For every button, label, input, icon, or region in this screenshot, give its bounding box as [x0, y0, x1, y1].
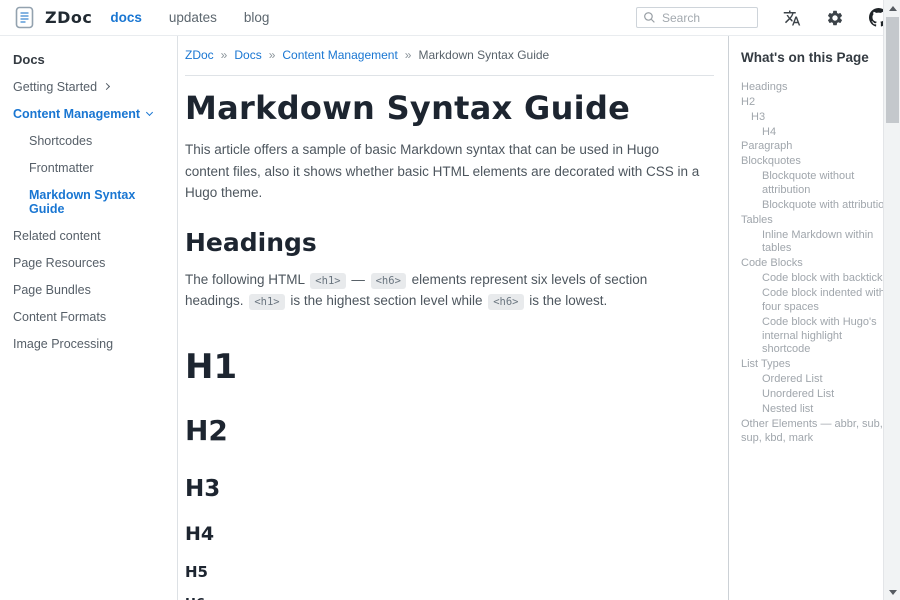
toc-item[interactable]: Headings [741, 81, 892, 95]
paragraph-text: is the lowest. [526, 293, 608, 308]
toc-item[interactable]: H4 [741, 126, 892, 140]
breadcrumb-divider [185, 75, 714, 76]
scroll-up-arrow[interactable] [884, 0, 900, 16]
toc-item[interactable]: Code block indented with four spaces [741, 287, 892, 315]
sidebar-subsection: Shortcodes Frontmatter Markdown Syntax G… [13, 127, 169, 222]
breadcrumb-separator: » [269, 48, 276, 62]
toc-item[interactable]: Unordered List [741, 388, 892, 402]
breadcrumb-current: Markdown Syntax Guide [418, 48, 549, 62]
sidebar-item-frontmatter[interactable]: Frontmatter [29, 154, 169, 181]
translate-icon[interactable] [783, 9, 801, 27]
sidebar-item-page-resources[interactable]: Page Resources [13, 249, 169, 276]
search-box[interactable] [636, 7, 758, 28]
inline-code: <h6> [371, 273, 406, 289]
breadcrumb: ZDoc » Docs » Content Management » Markd… [185, 48, 714, 62]
toc-item[interactable]: List Types [741, 358, 892, 372]
docs-sidebar: Docs Getting Started Content Management … [0, 36, 178, 600]
paragraph-text: The following HTML [185, 272, 308, 287]
paragraph-text: — [348, 272, 369, 287]
toc-item[interactable]: H3 [741, 111, 892, 125]
inline-code: <h6> [488, 294, 523, 310]
sample-heading-h3: H3 [185, 477, 714, 501]
navbar-right [636, 7, 888, 28]
toc-item[interactable]: Code Blocks [741, 257, 892, 271]
sample-heading-h1: H1 [185, 350, 714, 386]
headings-section-title: Headings [185, 228, 714, 257]
toc-item[interactable]: Ordered List [741, 373, 892, 387]
toc-sidebar: What's on this Page Headings H2 H3 H4 Pa… [728, 36, 900, 600]
document-icon [14, 6, 35, 29]
toc-item[interactable]: Code block with Hugo's internal highligh… [741, 316, 892, 358]
sidebar-item-shortcodes[interactable]: Shortcodes [29, 127, 169, 154]
toc-item[interactable]: H2 [741, 96, 892, 110]
inline-code: <h1> [249, 294, 284, 310]
sidebar-item-related-content[interactable]: Related content [13, 222, 169, 249]
main-row: Docs Getting Started Content Management … [0, 36, 900, 600]
main-nav: docs updates blog [110, 10, 269, 25]
sidebar-item-page-bundles[interactable]: Page Bundles [13, 276, 169, 303]
toc-item[interactable]: Paragraph [741, 140, 892, 154]
paragraph-text: is the highest section level while [287, 293, 487, 308]
intro-paragraph: This article offers a sample of basic Ma… [185, 139, 701, 204]
browser-window: ZDoc docs updates blog [0, 0, 900, 600]
sample-heading-h5: H5 [185, 565, 714, 581]
sidebar-item-content-management[interactable]: Content Management [13, 100, 169, 127]
page-title: Markdown Syntax Guide [185, 89, 714, 127]
navbar: ZDoc docs updates blog [0, 0, 900, 36]
article-content: ZDoc » Docs » Content Management » Markd… [178, 36, 728, 600]
search-icon [643, 11, 656, 24]
breadcrumb-link-content-management[interactable]: Content Management [282, 48, 397, 62]
brand-link[interactable]: ZDoc [14, 6, 92, 29]
breadcrumb-separator: » [221, 48, 228, 62]
sidebar-title: Docs [13, 52, 169, 67]
chevron-down-icon [146, 109, 153, 116]
sidebar-item-image-processing[interactable]: Image Processing [13, 330, 169, 357]
toc-item[interactable]: Code block with backticks [741, 272, 892, 286]
breadcrumb-separator: » [405, 48, 412, 62]
toc-item[interactable]: Blockquotes [741, 155, 892, 169]
window-scrollbar[interactable] [883, 0, 900, 600]
sidebar-item-getting-started[interactable]: Getting Started [13, 73, 169, 100]
sample-heading-h2: H2 [185, 416, 714, 445]
breadcrumb-link-zdoc[interactable]: ZDoc [185, 48, 214, 62]
toc-item[interactable]: Inline Markdown within tables [741, 229, 892, 257]
search-input[interactable] [662, 11, 742, 25]
nav-link-docs[interactable]: docs [110, 10, 142, 25]
toc-title: What's on this Page [741, 50, 892, 65]
toc-list: Headings H2 H3 H4 Paragraph Blockquotes … [741, 81, 892, 445]
toc-item[interactable]: Blockquote without attribution [741, 170, 892, 198]
chevron-right-icon [103, 83, 110, 90]
inline-code: <h1> [310, 273, 345, 289]
toc-item[interactable]: Nested list [741, 403, 892, 417]
scrollbar-thumb[interactable] [886, 17, 899, 123]
gear-icon[interactable] [826, 9, 844, 27]
brand-title: ZDoc [45, 8, 92, 27]
sidebar-item-content-formats[interactable]: Content Formats [13, 303, 169, 330]
toc-item[interactable]: Blockquote with attribution [741, 199, 892, 213]
breadcrumb-link-docs[interactable]: Docs [234, 48, 261, 62]
nav-link-blog[interactable]: blog [244, 10, 270, 25]
sample-heading-h4: H4 [185, 525, 714, 545]
sidebar-item-markdown-syntax-guide[interactable]: Markdown Syntax Guide [29, 181, 169, 222]
toc-item[interactable]: Other Elements — abbr, sub, sup, kbd, ma… [741, 418, 892, 446]
headings-paragraph: The following HTML <h1> — <h6> elements … [185, 269, 701, 312]
nav-link-updates[interactable]: updates [169, 10, 217, 25]
scroll-down-arrow[interactable] [884, 584, 900, 600]
toc-item[interactable]: Tables [741, 214, 892, 228]
